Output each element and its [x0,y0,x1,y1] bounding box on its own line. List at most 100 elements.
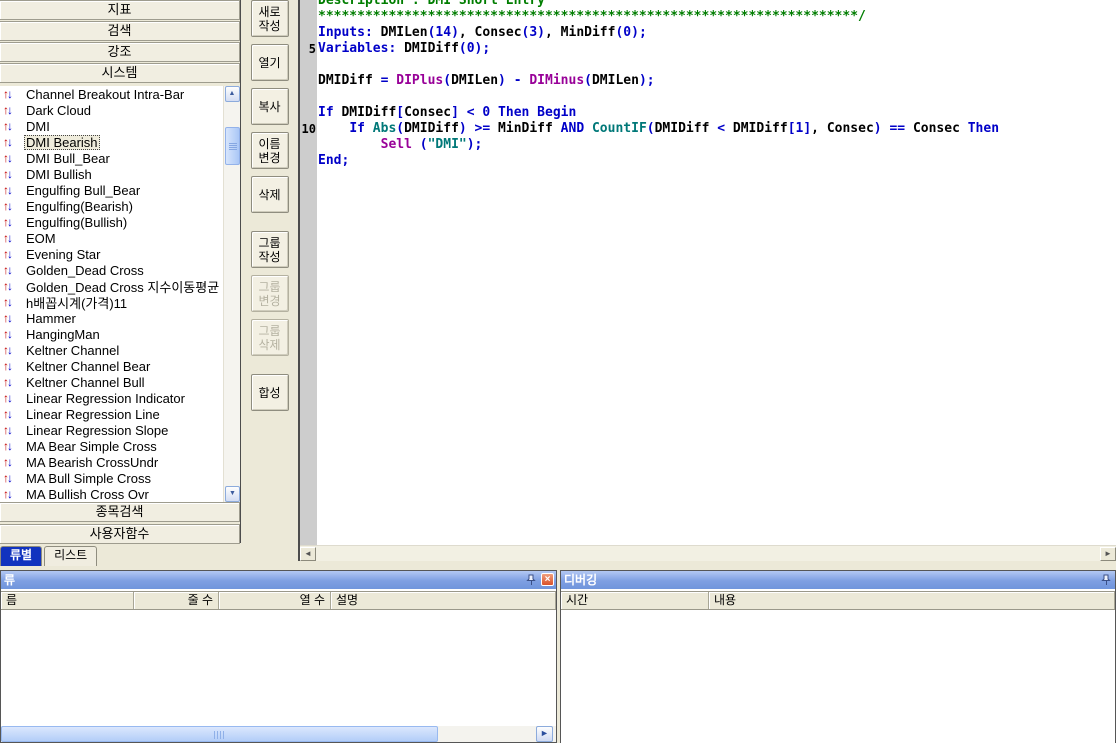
list-item[interactable]: ↑↓HangingMan [0,326,240,342]
sidebar-tab-search[interactable]: 검색 [0,21,240,41]
open-button[interactable]: 열기 [251,44,289,81]
line-number [300,9,317,25]
updown-arrows-icon: ↑↓ [0,375,24,389]
list-item[interactable]: ↑↓Keltner Channel Bear [0,358,240,374]
compose-button[interactable]: 합성 [251,374,289,411]
copy-button[interactable]: 복사 [251,88,289,125]
code-token: Consec [913,121,968,136]
list-item-label: Keltner Channel Bull [24,375,147,390]
list-item[interactable]: ↑↓MA Bull Simple Cross [0,470,240,486]
list-item[interactable]: ↑↓Channel Breakout Intra-Bar [0,86,240,102]
debug-panel: 디버깅 시간내용 [560,570,1116,743]
debug-panel-titlebar: 디버깅 [561,571,1115,589]
list-item[interactable]: ↑↓Linear Regression Line [0,406,240,422]
column-header[interactable]: 름 [1,592,134,609]
code-token: ( [584,73,592,88]
code-token: ( [443,73,451,88]
list-item[interactable]: ↑↓Engulfing Bull_Bear [0,182,240,198]
list-item[interactable]: ↑↓Dark Cloud [0,102,240,118]
sidebar-tab-system[interactable]: 시스템 [0,63,240,83]
list-item-label: DMI [24,119,52,134]
line-number-gutter: 5 10 [300,0,317,545]
sidebar-top-tabs: 지표검색강조시스템 [0,0,240,83]
delete-button[interactable]: 삭제 [251,176,289,213]
updown-arrows-icon: ↑↓ [0,359,24,373]
down-arrow-icon: ↓ [7,359,11,373]
sidebar-tab-stock-search[interactable]: 종목검색 [0,502,240,522]
sidebar-tab-indicator[interactable]: 지표 [0,0,240,20]
list-item[interactable]: ↑↓Keltner Channel Bull [0,374,240,390]
down-arrow-icon: ↓ [7,215,11,229]
code-token: Then Begin [498,105,576,120]
pin-icon[interactable] [526,574,537,586]
list-item-label: Linear Regression Slope [24,423,170,438]
list-item[interactable]: ↑↓Linear Regression Indicator [0,390,240,406]
code-text-area[interactable]: Description : DMI Short Entry***********… [317,0,1116,545]
list-item[interactable]: ↑↓Hammer [0,310,240,326]
close-icon[interactable]: × [541,573,554,586]
list-item[interactable]: ↑↓Linear Regression Slope [0,422,240,438]
list-item-label: Keltner Channel [24,343,121,358]
list-item[interactable]: ↑↓DMI Bearish [0,134,240,150]
scroll-left-button[interactable]: ◄ [300,547,316,561]
scroll-down-button[interactable]: ▼ [225,486,240,502]
list-item[interactable]: ↑↓MA Bearish CrossUndr [0,454,240,470]
error-panel-header: 름줄 수열 수설명 [1,591,556,610]
down-arrow-icon: ↓ [7,455,11,469]
list-item[interactable]: ↑↓Evening Star [0,246,240,262]
error-panel-title: 류 [4,573,15,587]
list-item-label: Engulfing(Bearish) [24,199,135,214]
code-token: DMIDiff [318,73,381,88]
code-token: [ [396,105,404,120]
down-arrow-icon: ↓ [7,471,11,485]
create-group-button[interactable]: 그룹 작성 [251,231,289,268]
code-token: (14) [428,25,459,40]
column-header[interactable]: 열 수 [219,592,331,609]
scroll-thumb[interactable] [1,726,438,742]
code-token: End; [318,153,349,168]
updown-arrows-icon: ↑↓ [0,487,24,501]
scroll-right-button[interactable]: ► [1100,547,1116,561]
list-item[interactable]: ↑↓Keltner Channel [0,342,240,358]
scroll-up-button[interactable]: ▲ [225,86,240,102]
list-item[interactable]: ↑↓DMI Bullish [0,166,240,182]
code-token: DMIDiff [404,121,459,136]
code-token: AND [561,121,584,136]
tab-list[interactable]: 리스트 [44,546,97,566]
sidebar-tab-user-function[interactable]: 사용자함수 [0,524,240,544]
list-item[interactable]: ↑↓MA Bullish Cross Ovr [0,486,240,502]
down-arrow-icon: ↓ [7,231,11,245]
line-number [300,89,317,105]
scroll-right-button[interactable]: ► [536,726,553,742]
tab-by-category[interactable]: 류별 [0,546,42,566]
updown-arrows-icon: ↑↓ [0,343,24,357]
delete-group-button: 그룹 삭제 [251,319,289,356]
list-item[interactable]: ↑↓EOM [0,230,240,246]
code-token: DMILen [373,25,428,40]
list-item[interactable]: ↑↓DMI [0,118,240,134]
list-item[interactable]: ↑↓DMI Bull_Bear [0,150,240,166]
column-header[interactable]: 줄 수 [134,592,219,609]
indicator-list: ↑↓Channel Breakout Intra-Bar↑↓Dark Cloud… [0,86,240,502]
sidebar-tab-highlight[interactable]: 강조 [0,42,240,62]
code-token: ****************************************… [318,9,866,24]
updown-arrows-icon: ↑↓ [0,247,24,261]
column-header[interactable]: 내용 [709,592,1115,609]
scroll-thumb[interactable] [225,127,240,165]
down-arrow-icon: ↓ [7,87,11,101]
list-item[interactable]: ↑↓h배꼽시계(가격)11 [0,294,240,310]
column-header[interactable]: 시간 [561,592,709,609]
line-number [300,57,317,73]
change-group-button: 그룹 변경 [251,275,289,312]
pin-icon[interactable] [1101,574,1112,586]
updown-arrows-icon: ↑↓ [0,263,24,277]
list-item[interactable]: ↑↓Engulfing(Bullish) [0,214,240,230]
list-item[interactable]: ↑↓MA Bear Simple Cross [0,438,240,454]
error-panel-titlebar: 류 × [1,571,556,589]
rename-button[interactable]: 이름 변경 [251,132,289,169]
new-button[interactable]: 새로 작성 [251,0,289,37]
code-token: ) >= [459,121,498,136]
column-header[interactable]: 설명 [331,592,556,609]
list-item[interactable]: ↑↓Engulfing(Bearish) [0,198,240,214]
code-editor[interactable]: 5 10 Description : DMI Short Entry******… [300,0,1116,545]
